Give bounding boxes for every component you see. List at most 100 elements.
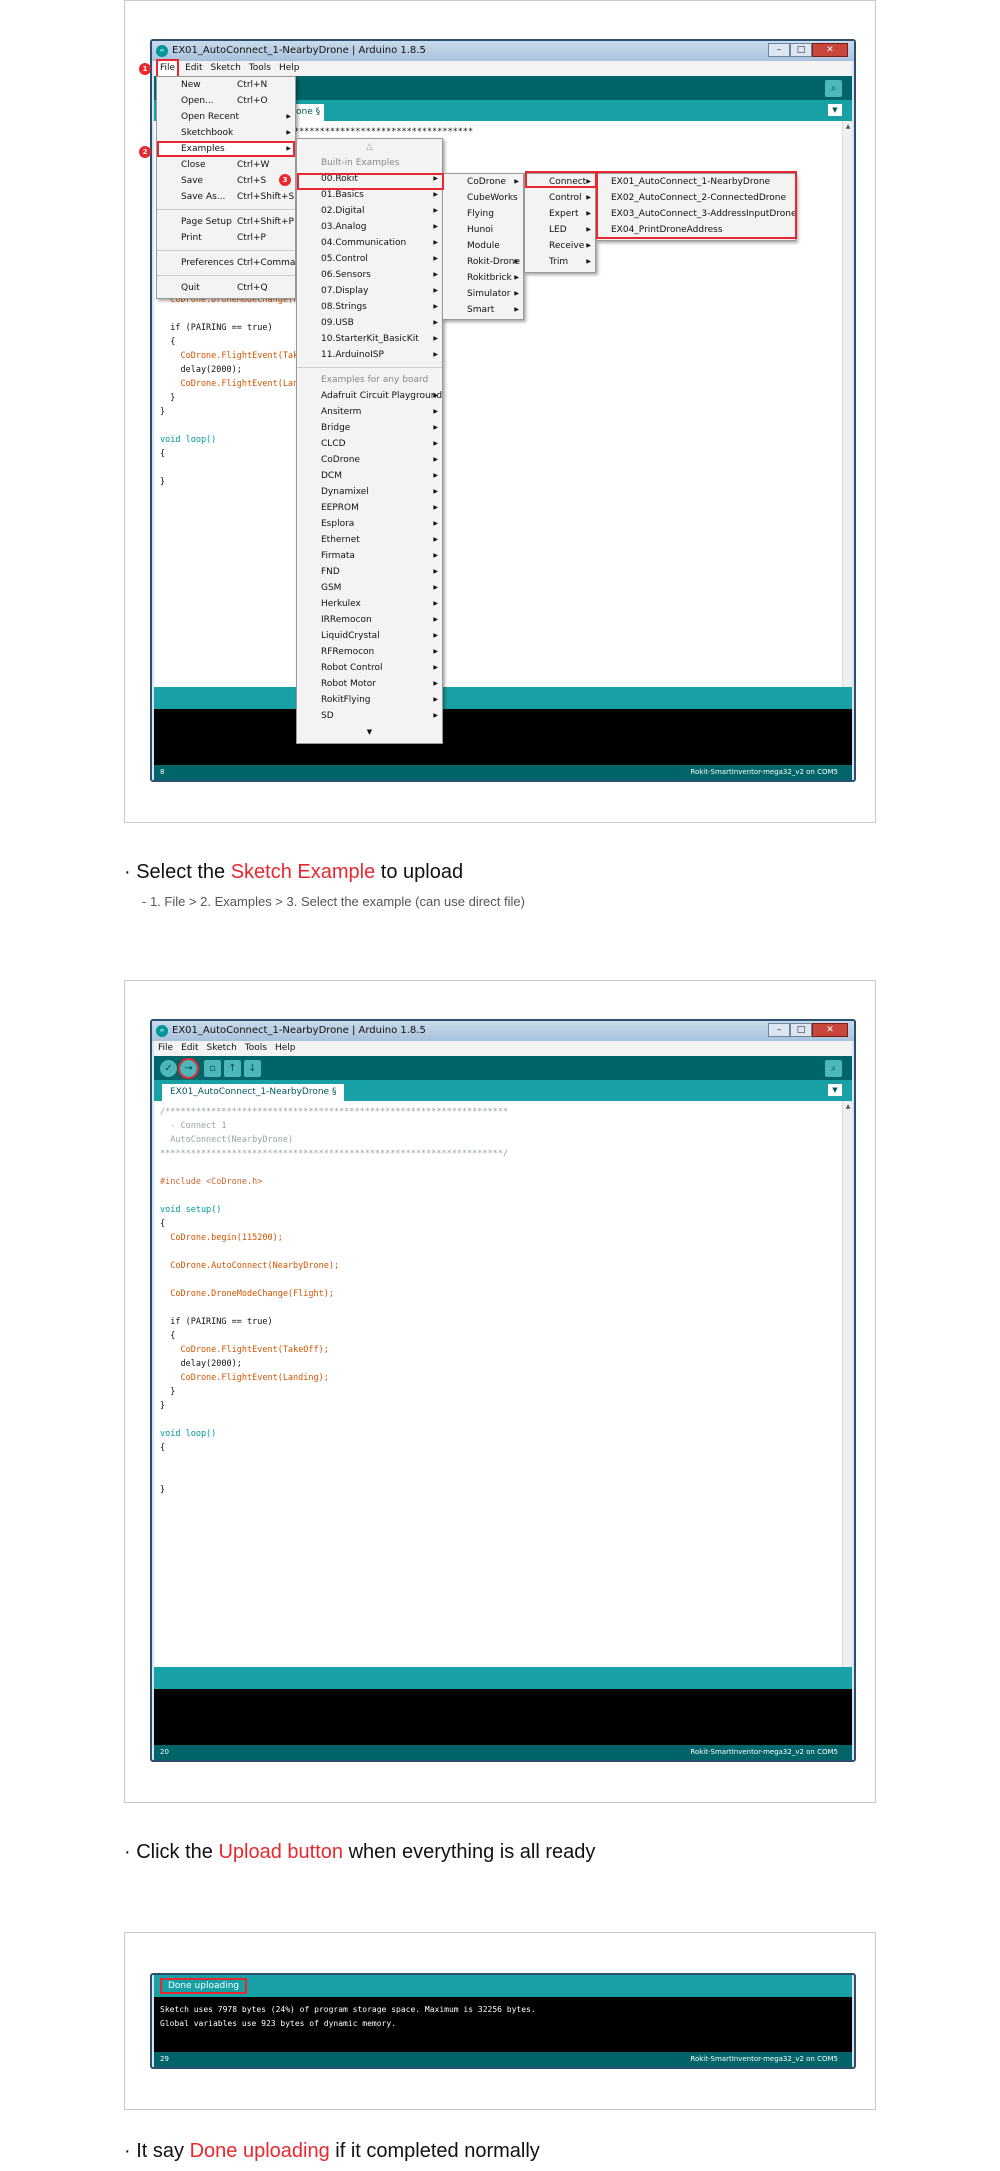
menu-edit[interactable]: Edit — [185, 61, 202, 76]
tab-sketch[interactable]: one § — [292, 104, 325, 121]
screenshot-frame-3: Done uploading Sketch uses 7978 bytes (2… — [124, 1932, 876, 2110]
rokit-submenu-item[interactable]: Simulator ▶ — [443, 286, 523, 302]
open-button[interactable]: ↑ — [224, 1060, 241, 1077]
maximize-button[interactable]: □ — [790, 43, 812, 57]
rokit-submenu-item[interactable]: Module — [443, 238, 523, 254]
minimize-button[interactable]: – — [768, 1023, 790, 1037]
file-menu-print[interactable]: Print Ctrl+P — [157, 230, 295, 246]
menu-file[interactable]: File — [158, 1041, 173, 1056]
examples-board-item[interactable]: CoDrone ▶ — [297, 452, 442, 468]
file-menu-preferences[interactable]: Preferences Ctrl+Comma — [157, 255, 295, 271]
rokit-submenu-item[interactable]: Flying — [443, 206, 523, 222]
examples-builtin-item[interactable]: 03.Analog ▶ — [297, 219, 442, 235]
codrone-submenu-item[interactable]: Expert ▶ — [525, 206, 595, 222]
verify-button[interactable]: ✓ — [160, 1060, 177, 1077]
rokit-submenu-item[interactable]: Rokitbrick ▶ — [443, 270, 523, 286]
file-menu-open[interactable]: Open... Ctrl+O — [157, 93, 295, 109]
menu-help[interactable]: Help — [279, 61, 300, 76]
code-line: AutoConnect(NearbyDrone) — [160, 1135, 294, 1145]
file-menu-save-as[interactable]: Save As... Ctrl+Shift+S — [157, 189, 295, 205]
examples-board-item[interactable]: Adafruit Circuit Playground ▶ — [297, 388, 442, 404]
examples-board-item[interactable]: Ethernet ▶ — [297, 532, 442, 548]
menu-tools[interactable]: Tools — [245, 1041, 267, 1056]
examples-board-item[interactable]: DCM ▶ — [297, 468, 442, 484]
file-menu-quit[interactable]: Quit Ctrl+Q — [157, 280, 295, 296]
examples-board-item[interactable]: GSM ▶ — [297, 580, 442, 596]
scroll-down-icon[interactable]: ▼ — [297, 724, 442, 740]
upload-button[interactable]: → — [178, 1058, 199, 1079]
examples-builtin-item[interactable]: 05.Control ▶ — [297, 251, 442, 267]
serial-monitor-button[interactable]: ⌕ — [825, 80, 842, 97]
rokit-submenu-item[interactable]: Rokit-Drone ▶ — [443, 254, 523, 270]
step-3-badge: 3 — [279, 174, 291, 186]
menu-item-shortcut: Ctrl+P — [237, 233, 266, 243]
menu-edit[interactable]: Edit — [181, 1041, 198, 1056]
menu-sketch[interactable]: Sketch — [207, 1041, 237, 1056]
menu-help[interactable]: Help — [275, 1041, 296, 1056]
codrone-submenu-item[interactable]: Trim ▶ — [525, 254, 595, 270]
examples-board-item[interactable]: IRRemocon ▶ — [297, 612, 442, 628]
examples-board-item[interactable]: Dynamixel ▶ — [297, 484, 442, 500]
examples-builtin-item[interactable]: 11.ArduinoISP ▶ — [297, 347, 442, 363]
examples-board-item[interactable]: SD ▶ — [297, 708, 442, 724]
codrone-submenu-item[interactable]: Receive ▶ — [525, 238, 595, 254]
codrone-submenu-item[interactable]: Control ▶ — [525, 190, 595, 206]
rokit-submenu-item[interactable]: CubeWorks — [443, 190, 523, 206]
examples-board-item[interactable]: FND ▶ — [297, 564, 442, 580]
rokit-submenu-item[interactable]: Smart ▶ — [443, 302, 523, 318]
examples-board-item[interactable]: Firmata ▶ — [297, 548, 442, 564]
file-menu: New Ctrl+N Open... Ctrl+O Open Recent ▶ Ske… — [156, 76, 296, 299]
menu-sketch[interactable]: Sketch — [211, 61, 241, 76]
examples-builtin-item[interactable]: 02.Digital ▶ — [297, 203, 442, 219]
examples-board-item[interactable]: LiquidCrystal ▶ — [297, 628, 442, 644]
examples-builtin-item[interactable]: 09.USB ▶ — [297, 315, 442, 331]
serial-monitor-button[interactable]: ⌕ — [825, 1060, 842, 1077]
file-menu-close[interactable]: Close Ctrl+W — [157, 157, 295, 173]
examples-board-item[interactable]: CLCD ▶ — [297, 436, 442, 452]
file-menu-new[interactable]: New Ctrl+N — [157, 77, 295, 93]
examples-board-item[interactable]: Robot Motor ▶ — [297, 676, 442, 692]
rokit-submenu-item[interactable]: CoDrone ▶ — [443, 174, 523, 190]
examples-builtin-item[interactable]: 08.Strings ▶ — [297, 299, 442, 315]
tab-sketch[interactable]: EX01_AutoConnect_1-NearbyDrone § — [162, 1084, 345, 1101]
examples-builtin-item[interactable]: 06.Sensors ▶ — [297, 267, 442, 283]
file-menu-page-setup[interactable]: Page Setup Ctrl+Shift+P — [157, 214, 295, 230]
minimize-button[interactable]: – — [768, 43, 790, 57]
save-button[interactable]: ↓ — [244, 1060, 261, 1077]
examples-board-item[interactable]: Herkulex ▶ — [297, 596, 442, 612]
examples-board-item[interactable]: Ansiterm ▶ — [297, 404, 442, 420]
close-button[interactable]: ✕ — [812, 43, 848, 57]
examples-builtin-item[interactable]: 04.Communication ▶ — [297, 235, 442, 251]
examples-board-item[interactable]: Robot Control ▶ — [297, 660, 442, 676]
editor-scrollbar[interactable]: ▲▼ — [842, 121, 852, 721]
submenu-arrow-icon: ▶ — [433, 568, 438, 575]
examples-board-item[interactable]: EEPROM ▶ — [297, 500, 442, 516]
scroll-up-icon[interactable]: △ — [297, 139, 442, 155]
title-bar[interactable]: ∞ EX01_AutoConnect_1-NearbyDrone | Ardui… — [152, 1021, 854, 1041]
tab-menu-button[interactable]: ▼ — [828, 104, 842, 116]
menu-item-label: Simulator — [467, 289, 511, 299]
editor-scrollbar[interactable]: ▲▼ — [842, 1101, 852, 1701]
tab-menu-button[interactable]: ▼ — [828, 1084, 842, 1096]
new-button[interactable]: ▫ — [204, 1060, 221, 1077]
examples-board-item[interactable]: Esplora ▶ — [297, 516, 442, 532]
examples-board-item[interactable]: Bridge ▶ — [297, 420, 442, 436]
submenu-arrow-icon: ▶ — [433, 488, 438, 495]
file-menu-open-recent[interactable]: Open Recent ▶ — [157, 109, 295, 125]
examples-board-item[interactable]: RFRemocon ▶ — [297, 644, 442, 660]
file-menu-examples[interactable]: Examples ▶ — [157, 141, 295, 157]
file-menu-sketchbook[interactable]: Sketchbook ▶ — [157, 125, 295, 141]
file-menu-save[interactable]: Save Ctrl+S — [157, 173, 295, 189]
examples-builtin-item[interactable]: 07.Display ▶ — [297, 283, 442, 299]
examples-builtin-item[interactable]: 10.StarterKit_BasicKit ▶ — [297, 331, 442, 347]
menu-tools[interactable]: Tools — [249, 61, 271, 76]
menu-file[interactable]: File — [155, 59, 180, 78]
submenu-arrow-icon: ▶ — [514, 306, 519, 313]
rokit-submenu-item[interactable]: Hunoi — [443, 222, 523, 238]
title-bar[interactable]: ∞ EX01_AutoConnect_1-NearbyDrone | Ardui… — [152, 41, 854, 61]
examples-board-item[interactable]: RokitFlying ▶ — [297, 692, 442, 708]
codrone-submenu-item[interactable]: LED ▶ — [525, 222, 595, 238]
close-button[interactable]: ✕ — [812, 1023, 848, 1037]
maximize-button[interactable]: □ — [790, 1023, 812, 1037]
code-editor[interactable]: /***************************************… — [154, 1101, 852, 1701]
